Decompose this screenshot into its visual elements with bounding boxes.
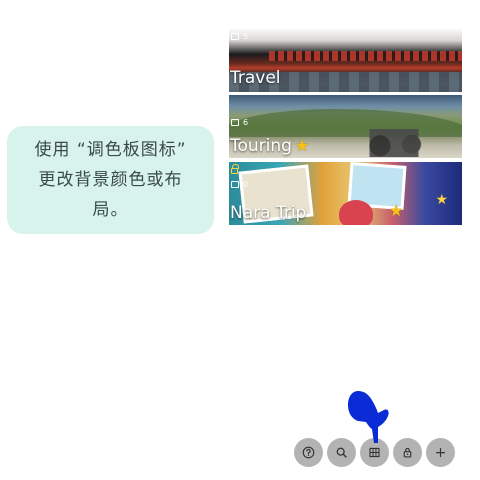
pointer-hand-icon: [348, 391, 389, 443]
photo-count: 6: [243, 118, 249, 127]
lock-icon: [403, 447, 412, 458]
search-icon: [336, 447, 347, 458]
album-meta: 0: [231, 164, 249, 189]
album-card-nara-trip[interactable]: ★ 0 Nara Trip ★: [229, 162, 462, 227]
album-cover-detail: [359, 129, 429, 157]
album-title: Nara Trip: [230, 203, 307, 223]
help-button[interactable]: [294, 438, 323, 467]
lock-button[interactable]: [393, 438, 422, 467]
favorite-star-icon: ★: [389, 201, 404, 220]
lock-icon: [231, 164, 239, 174]
album-meta: 5: [231, 32, 248, 41]
photo-count-icon: [231, 181, 239, 188]
album-card-travel[interactable]: 5 Travel: [229, 29, 462, 94]
album-cover-detail: ★: [435, 192, 448, 208]
album-title-text: Touring: [230, 136, 292, 156]
help-circle-icon: [302, 446, 315, 459]
tooltip-text: 使用 “调色板图标” 更改背景颜色或布局。: [34, 140, 187, 220]
album-cover-detail: [269, 51, 462, 61]
photo-count: 5: [243, 32, 249, 41]
favorite-star-icon: ★: [295, 136, 310, 155]
album-title: Touring: [230, 136, 292, 156]
photo-count: 0: [243, 180, 249, 189]
album-title: Travel: [230, 68, 281, 88]
album-cover-detail: [339, 200, 373, 225]
album-meta: 6: [231, 98, 248, 127]
photo-count-icon: [231, 119, 239, 126]
plus-icon: +: [434, 444, 447, 461]
album-card-touring[interactable]: 6 Touring ★: [229, 95, 462, 160]
grid-icon: [369, 447, 380, 458]
tutorial-tooltip: 使用 “调色板图标” 更改背景颜色或布局。: [7, 126, 214, 234]
add-button[interactable]: +: [426, 438, 455, 467]
photo-count-icon: [231, 33, 239, 40]
